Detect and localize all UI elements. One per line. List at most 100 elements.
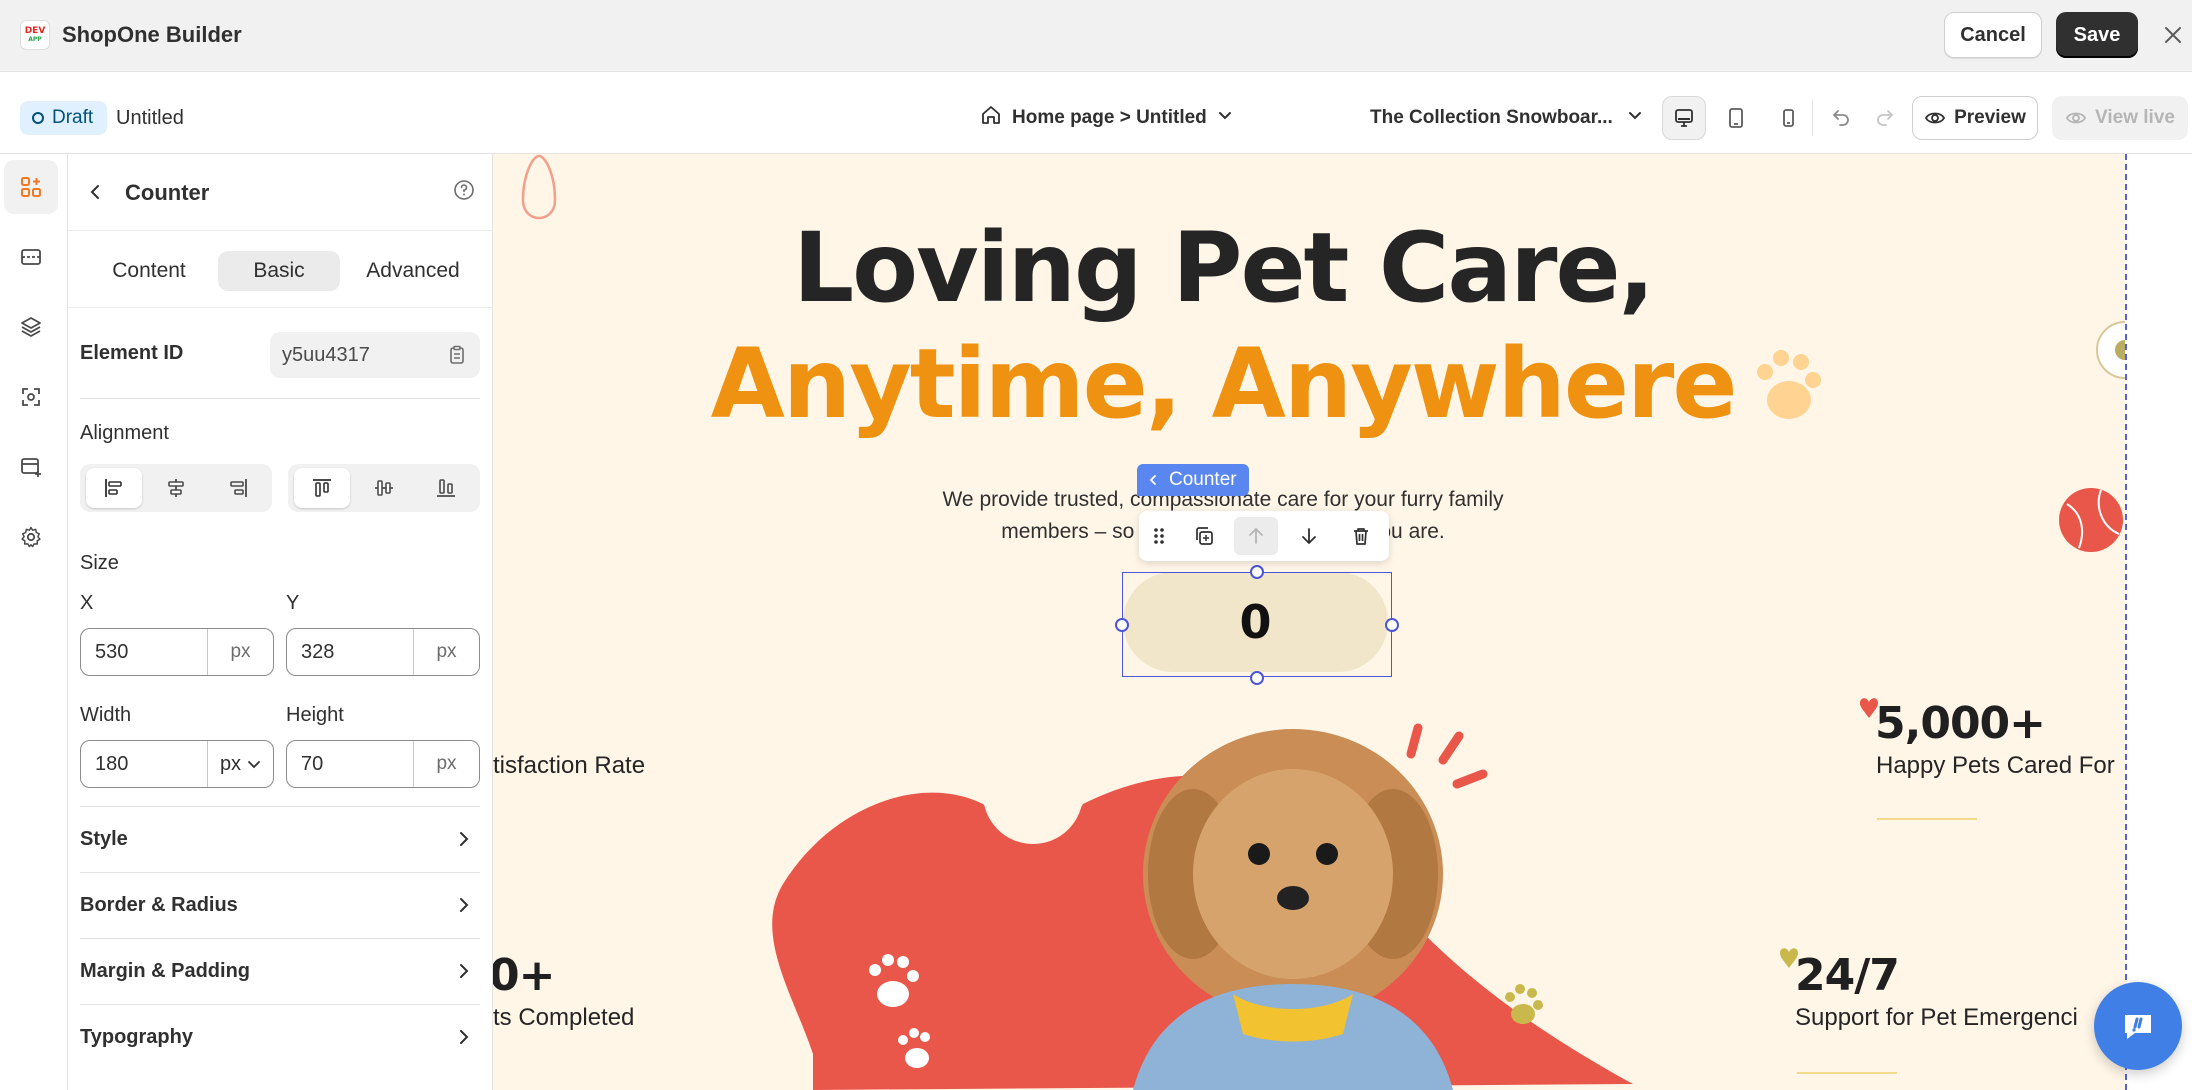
align-left-button[interactable] bbox=[86, 468, 142, 508]
resize-handle-top[interactable] bbox=[1250, 565, 1264, 579]
store-selector[interactable]: The Collection Snowboar... bbox=[1370, 102, 1643, 134]
save-button[interactable]: Save bbox=[2056, 12, 2138, 58]
style-section-label: Style bbox=[80, 828, 128, 850]
rail-item-layers[interactable] bbox=[4, 300, 58, 354]
page-name[interactable]: Untitled bbox=[116, 107, 184, 130]
resize-handle-left[interactable] bbox=[1115, 618, 1129, 632]
align-center-button[interactable] bbox=[148, 468, 204, 508]
x-value[interactable]: 530 bbox=[81, 629, 207, 675]
add-element-icon bbox=[21, 177, 41, 197]
device-switcher bbox=[1662, 96, 1810, 140]
border-radius-section-label: Border & Radius bbox=[80, 894, 238, 916]
vertical-alignment-group bbox=[288, 464, 480, 512]
drag-handle-icon[interactable] bbox=[1145, 517, 1174, 555]
stat-label-support[interactable]: Support for Pet Emergenci bbox=[1795, 1004, 2078, 1032]
element-id-field[interactable]: y5uu4317 bbox=[270, 332, 480, 378]
height-field[interactable]: 70 px bbox=[286, 740, 480, 788]
breadcrumb: Home page > Untitled bbox=[1012, 107, 1207, 128]
style-section[interactable]: Style bbox=[80, 806, 480, 872]
settings-panel: Counter Content Basic Advanced Element I… bbox=[68, 154, 493, 1090]
move-up-button[interactable] bbox=[1234, 517, 1279, 555]
align-bottom-icon bbox=[437, 479, 455, 497]
page-canvas[interactable]: Loving Pet Care, Anytime, Anywhere We pr… bbox=[493, 154, 2125, 1090]
resize-handle-bottom[interactable] bbox=[1250, 671, 1264, 685]
preview-button[interactable]: Preview bbox=[1912, 96, 2038, 140]
stat-number-support[interactable]: 24/7 bbox=[1795, 950, 1900, 1001]
stat-label-happy-pets[interactable]: Happy Pets Cared For bbox=[1876, 752, 2115, 780]
clipboard-icon[interactable] bbox=[446, 344, 468, 372]
width-value[interactable]: 180 bbox=[81, 741, 207, 787]
chevron-down-icon bbox=[1627, 107, 1643, 129]
back-button[interactable] bbox=[80, 176, 112, 208]
rail-item-templates[interactable] bbox=[4, 440, 58, 494]
hero-heading-line1[interactable]: Loving Pet Care, bbox=[493, 212, 1953, 324]
hero-heading-line2[interactable]: Anytime, Anywhere bbox=[493, 328, 1953, 440]
close-icon[interactable] bbox=[2158, 20, 2188, 50]
align-bottom-button[interactable] bbox=[418, 468, 474, 508]
horizontal-alignment-group bbox=[80, 464, 272, 512]
canvas-gutter bbox=[2125, 154, 2192, 1090]
tab-advanced[interactable]: Advanced bbox=[352, 251, 474, 291]
panel-title: Counter bbox=[125, 180, 210, 205]
cancel-button[interactable]: Cancel bbox=[1944, 12, 2042, 58]
duplicate-icon bbox=[1196, 527, 1213, 545]
width-field[interactable]: 180 px bbox=[80, 740, 274, 788]
rail-item-global-styles[interactable] bbox=[4, 370, 58, 424]
help-icon[interactable] bbox=[452, 178, 476, 207]
align-middle-button[interactable] bbox=[356, 468, 412, 508]
page-selector[interactable]: Home page > Untitled bbox=[980, 102, 1233, 134]
mobile-view-button[interactable] bbox=[1766, 96, 1810, 140]
y-value[interactable]: 328 bbox=[287, 629, 413, 675]
desktop-view-button[interactable] bbox=[1662, 96, 1706, 140]
tablet-view-button[interactable] bbox=[1714, 96, 1758, 140]
rail-item-elements[interactable] bbox=[4, 160, 58, 214]
align-right-button[interactable] bbox=[210, 468, 266, 508]
margin-padding-section[interactable]: Margin & Padding bbox=[80, 938, 480, 1004]
tab-content[interactable]: Content bbox=[88, 251, 210, 291]
top-bar: DEV APP ShopOne Builder Cancel Save bbox=[0, 0, 2192, 72]
logo-text: DEV bbox=[24, 26, 46, 36]
panel-tabs: Content Basic Advanced bbox=[68, 230, 493, 308]
align-top-button[interactable] bbox=[294, 468, 350, 508]
dog-photo bbox=[1133, 729, 1453, 1090]
redo-icon[interactable] bbox=[1870, 100, 1900, 136]
element-toolbar bbox=[1139, 511, 1389, 561]
stat-label-satisfaction[interactable]: tisfaction Rate bbox=[493, 752, 645, 780]
height-label: Height bbox=[286, 704, 344, 726]
duplicate-button[interactable] bbox=[1182, 517, 1226, 555]
stat-underline bbox=[1877, 818, 1977, 820]
egg-outline-decoration bbox=[521, 154, 557, 220]
styles-icon bbox=[22, 388, 40, 406]
height-value[interactable]: 70 bbox=[287, 741, 413, 787]
undo-icon[interactable] bbox=[1826, 100, 1856, 136]
typography-section[interactable]: Typography bbox=[80, 1004, 480, 1070]
rail-item-settings[interactable] bbox=[4, 510, 58, 564]
element-id-value: y5uu4317 bbox=[282, 343, 370, 366]
stat-number-happy-pets[interactable]: 5,000+ bbox=[1875, 698, 2046, 749]
arrow-up-icon bbox=[1249, 527, 1264, 544]
move-down-button[interactable] bbox=[1286, 517, 1330, 555]
divider bbox=[80, 398, 480, 399]
view-live-button[interactable]: View live bbox=[2052, 96, 2188, 140]
rail-item-sections[interactable] bbox=[4, 230, 58, 284]
chat-support-button[interactable] bbox=[2094, 982, 2182, 1070]
selection-outline bbox=[1122, 572, 1392, 677]
app-logo: DEV APP bbox=[20, 20, 50, 50]
alignment-label: Alignment bbox=[80, 422, 169, 444]
align-top-icon bbox=[313, 479, 331, 497]
border-radius-section[interactable]: Border & Radius bbox=[80, 872, 480, 938]
app-title: ShopOne Builder bbox=[62, 22, 242, 47]
tab-basic[interactable]: Basic bbox=[218, 251, 340, 291]
stat-number-completed[interactable]: 0+ bbox=[493, 950, 555, 1001]
x-position-field[interactable]: 530 px bbox=[80, 628, 274, 676]
y-position-field[interactable]: 328 px bbox=[286, 628, 480, 676]
x-label: X bbox=[80, 592, 94, 614]
selected-element-label[interactable]: Counter bbox=[1137, 464, 1249, 496]
delete-button[interactable] bbox=[1339, 517, 1383, 555]
stat-label-completed[interactable]: ts Completed bbox=[493, 1004, 634, 1032]
resize-handle-right[interactable] bbox=[1385, 618, 1399, 632]
toolbar-divider bbox=[1812, 100, 1813, 136]
arrow-down-icon bbox=[1301, 528, 1316, 545]
size-label: Size bbox=[80, 552, 119, 574]
width-unit-select[interactable]: px bbox=[207, 741, 273, 787]
